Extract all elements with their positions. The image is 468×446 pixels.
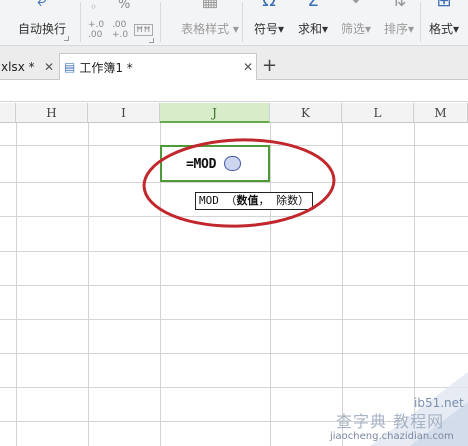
tooltip-arg-number: 数值	[236, 194, 259, 207]
cell-formula-text: =MOD	[186, 157, 217, 172]
column-header-l[interactable]: L	[342, 103, 414, 123]
sort-button[interactable]: ⇅ 排序▾	[380, 0, 418, 44]
increase-decimal-icon[interactable]: +.0.00	[88, 20, 104, 40]
ribbon-separator	[80, 2, 81, 42]
function-argument-tooltip: MOD （数值， 除数）	[195, 192, 314, 210]
tooltip-paren: ）	[298, 194, 310, 207]
symbol-label: 符号▾	[253, 22, 285, 36]
column-header-j[interactable]: J	[160, 103, 270, 123]
tooltip-paren: （	[225, 194, 237, 207]
number-dialog-launcher[interactable]	[149, 38, 154, 43]
column-header-i[interactable]: I	[88, 103, 160, 123]
watermark-site-name: 查字典 教程网	[336, 412, 445, 431]
column-header-m[interactable]: M	[414, 103, 468, 123]
comma-style-icon[interactable]: ◦	[90, 1, 97, 13]
alignment-dialog-launcher[interactable]	[64, 36, 69, 41]
autowrap-icon: ⤶	[36, 0, 48, 11]
sigma-icon: Σ	[307, 0, 319, 11]
formula-bar[interactable]	[0, 80, 468, 102]
filter-icon: ⏷	[348, 0, 364, 11]
sum-button[interactable]: Σ 求和▾	[293, 0, 333, 44]
sort-label: 排序▾	[383, 22, 415, 36]
ribbon-separator	[242, 2, 243, 42]
decrease-decimal-icon[interactable]: .00 +.0	[112, 20, 128, 40]
grid-line	[0, 182, 468, 183]
table-style-icon: ▦	[201, 0, 219, 11]
tab-xlsx-label: xlsx *	[1, 59, 35, 74]
document-icon: ▤	[64, 60, 76, 74]
tab-workbook1-label: 工作簿1 *	[79, 60, 133, 75]
grid-line	[0, 216, 468, 217]
omega-icon: Ω	[262, 0, 276, 11]
autowrap-button[interactable]: ⤶ 自动换行	[14, 0, 70, 44]
number-format-icon[interactable]: ĦĦ	[134, 24, 153, 36]
grid-line	[0, 285, 468, 286]
grid-line	[0, 251, 468, 252]
close-tab-icon[interactable]: ✕	[243, 60, 253, 74]
ribbon-separator	[420, 2, 421, 42]
new-tab-icon[interactable]: +	[262, 57, 277, 75]
tab-workbook1[interactable]: ▤ 工作簿1 * ✕	[59, 53, 257, 80]
text-cursor-highlight	[224, 156, 241, 171]
filter-button[interactable]: ⏷ 筛选▾	[337, 0, 375, 44]
tooltip-arg-divisor: 除数	[276, 194, 299, 207]
tooltip-function-name: MOD	[199, 194, 219, 207]
format-grid-icon: ⊞	[436, 0, 452, 11]
ribbon-separator	[160, 2, 161, 42]
autowrap-label: 自动换行	[17, 22, 66, 36]
table-style-button[interactable]: ▦ 表格样式 ▾	[170, 0, 250, 44]
format-label: 格式▾	[428, 22, 460, 36]
percent-icon[interactable]: %	[118, 0, 130, 11]
column-header-partial[interactable]	[0, 103, 16, 123]
grid-line	[0, 387, 468, 388]
tooltip-separator: ，	[258, 194, 270, 207]
sort-icon: ⇅	[391, 0, 407, 11]
table-style-label: 表格样式 ▾	[181, 22, 239, 36]
column-header-k[interactable]: K	[270, 103, 342, 123]
filter-label: 筛选▾	[340, 22, 372, 36]
document-tab-bar: xlsx * ✕ ▤ 工作簿1 * ✕ +	[0, 46, 468, 80]
watermark-url: jiaocheng.chazidian.com	[330, 431, 454, 442]
grid-line	[0, 319, 468, 320]
close-tab-icon[interactable]: ✕	[44, 60, 54, 74]
column-header-h[interactable]: H	[16, 103, 88, 123]
format-button[interactable]: ⊞ 格式▾	[424, 0, 464, 44]
sum-label: 求和▾	[297, 22, 329, 36]
ribbon-toolbar: ⤶ 自动换行 ◦ % +.0.00 .00 +.0 ĦĦ ▦ 表格样式 ▾ Ω 符…	[0, 0, 468, 46]
symbol-button[interactable]: Ω 符号▾	[250, 0, 288, 44]
grid-line	[0, 353, 468, 354]
tab-xlsx[interactable]: xlsx * ✕	[0, 53, 58, 80]
